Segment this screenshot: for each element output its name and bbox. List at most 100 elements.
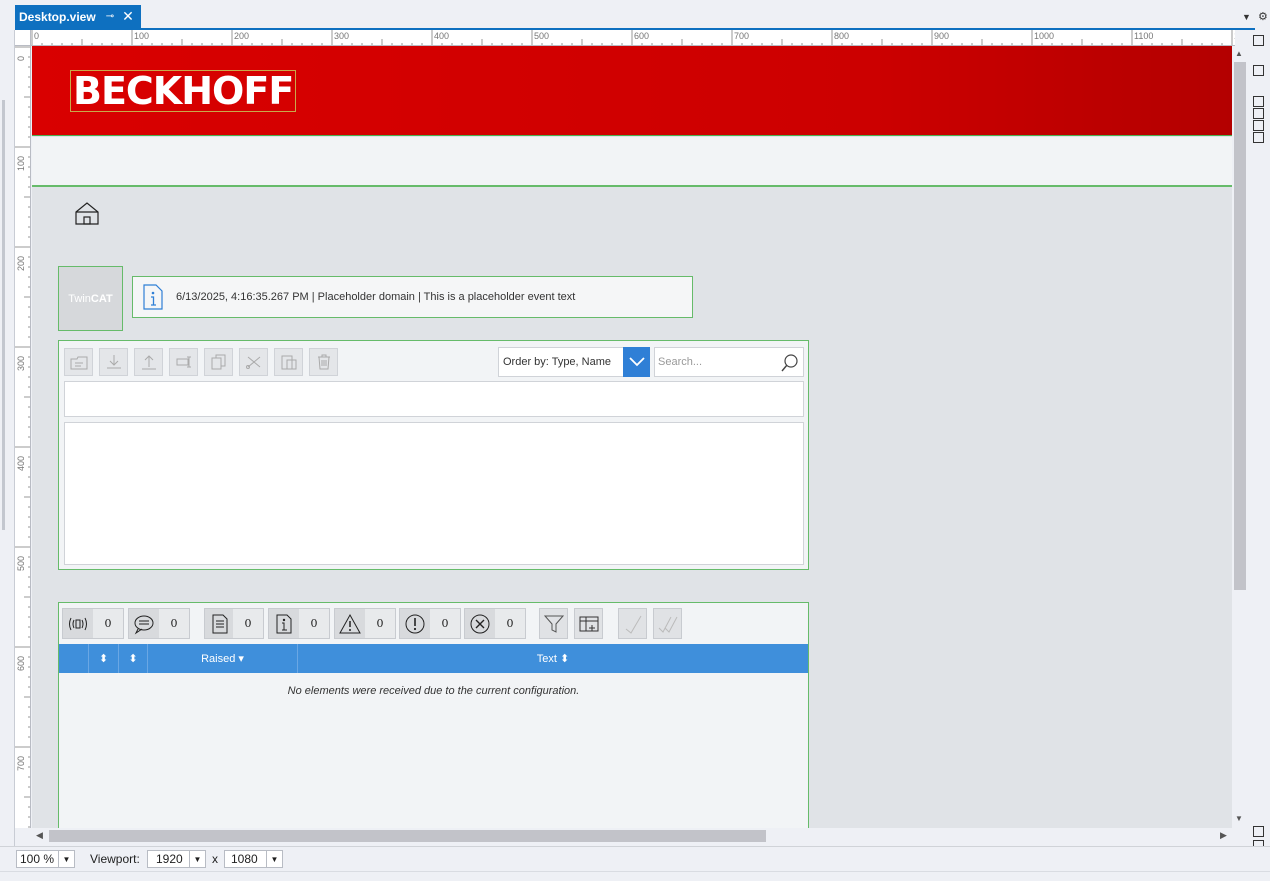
layout-tool-icon-4[interactable] xyxy=(1253,132,1264,143)
order-by-value: Order by: Type, Name xyxy=(503,356,612,368)
right-toolbar xyxy=(1248,30,1270,851)
filter-info-button[interactable]: 0 xyxy=(268,608,330,639)
download-button[interactable] xyxy=(99,348,128,376)
file-explorer-panel: Order by: Type, Name Search... xyxy=(58,340,809,570)
new-folder-button[interactable] xyxy=(64,348,93,376)
event-line-text: 6/13/2025, 4:16:35.267 PM | Placeholder … xyxy=(176,291,576,303)
layout-tool-icon-3[interactable] xyxy=(1253,120,1264,131)
design-canvas[interactable]: BECKHOFF Twin CAT 6/13/2025, 4:16:35.267 … xyxy=(32,46,1232,828)
filter-verbose-button[interactable]: 0 xyxy=(204,608,264,639)
filter-message-button[interactable]: 0 xyxy=(128,608,190,639)
layout-tool-icon-1[interactable] xyxy=(1253,96,1264,107)
close-icon[interactable]: ✕ xyxy=(122,8,134,25)
ruler-top: 0 100 200 300 400 500 600 700 800 900 1000 1100 120 xyxy=(31,30,1235,46)
ruler-top-label: 100 xyxy=(134,31,150,41)
column-header-text[interactable]: Text ⬍ xyxy=(298,644,808,673)
tab-desktop-view[interactable]: Desktop.view ⊸ ✕ xyxy=(15,5,141,28)
file-list[interactable] xyxy=(64,422,804,565)
filter-warning-button[interactable]: 0 xyxy=(334,608,396,639)
column-header-sort2[interactable]: ⬍ xyxy=(119,644,148,673)
column-header-raised[interactable]: Raised ▾ xyxy=(148,644,298,673)
gear-icon[interactable]: ⚙ xyxy=(1258,10,1268,23)
filter-connection-button[interactable]: 0 xyxy=(62,608,124,639)
search-placeholder: Search... xyxy=(658,356,703,368)
zoom-select[interactable]: 100 % ▼ xyxy=(16,850,75,868)
filter-error-button[interactable]: 0 xyxy=(399,608,461,639)
filter-count: 0 xyxy=(93,609,123,638)
ruler-top-label: 300 xyxy=(334,31,350,41)
viewport-label: Viewport: xyxy=(90,852,140,866)
grid-empty-message: No elements were received due to the cur… xyxy=(287,685,580,697)
warning-icon xyxy=(339,613,361,633)
copy-button[interactable] xyxy=(204,348,233,376)
ruler-left-label: 100 xyxy=(16,155,26,171)
ruler-top-label: 400 xyxy=(434,31,450,41)
twincat-part1: Twin xyxy=(68,292,91,305)
horizontal-scrollbar[interactable]: ◀ ▶ xyxy=(31,828,1232,844)
tab-strip xyxy=(0,0,1270,28)
panel-tool-icon[interactable] xyxy=(1253,65,1264,76)
filter-count: 0 xyxy=(233,609,263,638)
ruler-corner xyxy=(15,30,31,46)
viewport-width-select[interactable]: 1920 ▼ xyxy=(147,850,206,868)
bottom-edge xyxy=(0,871,1270,881)
scroll-left-icon[interactable]: ◀ xyxy=(36,830,43,841)
column-header-type[interactable] xyxy=(59,644,89,673)
scroll-up-icon[interactable]: ▲ xyxy=(1235,49,1243,58)
ruler-top-label: 700 xyxy=(734,31,750,41)
cut-button[interactable] xyxy=(239,348,268,376)
chevron-down-icon[interactable]: ▼ xyxy=(1242,12,1251,22)
viewport-height-select[interactable]: 1080 ▼ xyxy=(224,850,283,868)
chevron-down-icon[interactable]: ▼ xyxy=(266,851,282,867)
order-by-select[interactable]: Order by: Type, Name xyxy=(498,347,650,377)
event-grid: 0 0 0 0 0 0 0 ⬍ ⬍ Raised ▾ Text ⬍ No ele… xyxy=(58,602,809,828)
ruler-left-label: 600 xyxy=(16,655,26,671)
event-line[interactable]: 6/13/2025, 4:16:35.267 PM | Placeholder … xyxy=(132,276,693,318)
confirm-button[interactable] xyxy=(618,608,647,639)
ruler-left-label: 300 xyxy=(16,355,26,371)
scroll-down-icon[interactable]: ▼ xyxy=(1235,814,1243,823)
search-input[interactable]: Search... xyxy=(654,347,804,377)
layout-tool-icon-2[interactable] xyxy=(1253,108,1264,119)
ruler-top-label: 1000 xyxy=(1034,31,1055,41)
view-tool-icon-1[interactable] xyxy=(1253,826,1264,837)
ruler-top-label: 500 xyxy=(534,31,550,41)
designer-window: Desktop.view ⊸ ✕ ▼ ⚙ 0 100 200 300 400 500 600… xyxy=(0,0,1270,881)
ruler-left: 0 100 200 300 400 500 600 700 xyxy=(15,46,31,828)
twincat-logo: Twin CAT xyxy=(58,266,123,331)
ruler-left-label: 200 xyxy=(16,255,26,271)
select-tool-icon[interactable] xyxy=(1253,35,1264,46)
double-check-icon xyxy=(658,616,677,633)
error-icon xyxy=(405,614,425,633)
tab-title: Desktop.view xyxy=(19,9,96,24)
navigation-region xyxy=(32,137,1232,187)
document-icon xyxy=(212,614,228,633)
delete-button[interactable] xyxy=(309,348,338,376)
vertical-scroll-thumb[interactable] xyxy=(1234,62,1246,590)
ruler-top-label: 200 xyxy=(234,31,250,41)
search-icon[interactable] xyxy=(781,354,799,372)
filter-button[interactable] xyxy=(539,608,568,639)
path-field[interactable] xyxy=(64,381,804,417)
vertical-scrollbar[interactable]: ▲ ▼ xyxy=(1232,46,1248,828)
home-icon[interactable] xyxy=(74,200,100,226)
chevron-down-icon[interactable] xyxy=(623,347,650,377)
scroll-right-icon[interactable]: ▶ xyxy=(1220,830,1227,841)
ruler-left-label: 500 xyxy=(16,555,26,571)
pin-icon[interactable]: ⊸ xyxy=(106,11,114,22)
column-header-sort1[interactable]: ⬍ xyxy=(89,644,119,673)
viewport-height: 1080 xyxy=(231,852,258,866)
rename-button[interactable] xyxy=(169,348,198,376)
chevron-down-icon[interactable]: ▼ xyxy=(189,851,205,867)
ruler-top-label: 120 xyxy=(1234,31,1235,41)
chevron-down-icon[interactable]: ▼ xyxy=(58,851,74,867)
filter-critical-button[interactable]: 0 xyxy=(464,608,526,639)
confirm-all-button[interactable] xyxy=(653,608,682,639)
upload-button[interactable] xyxy=(134,348,163,376)
critical-icon xyxy=(470,614,490,633)
horizontal-scroll-thumb[interactable] xyxy=(49,830,766,842)
filter-count: 0 xyxy=(495,609,525,638)
columns-button[interactable] xyxy=(574,608,603,639)
paste-button[interactable] xyxy=(274,348,303,376)
columns-icon xyxy=(579,616,598,631)
